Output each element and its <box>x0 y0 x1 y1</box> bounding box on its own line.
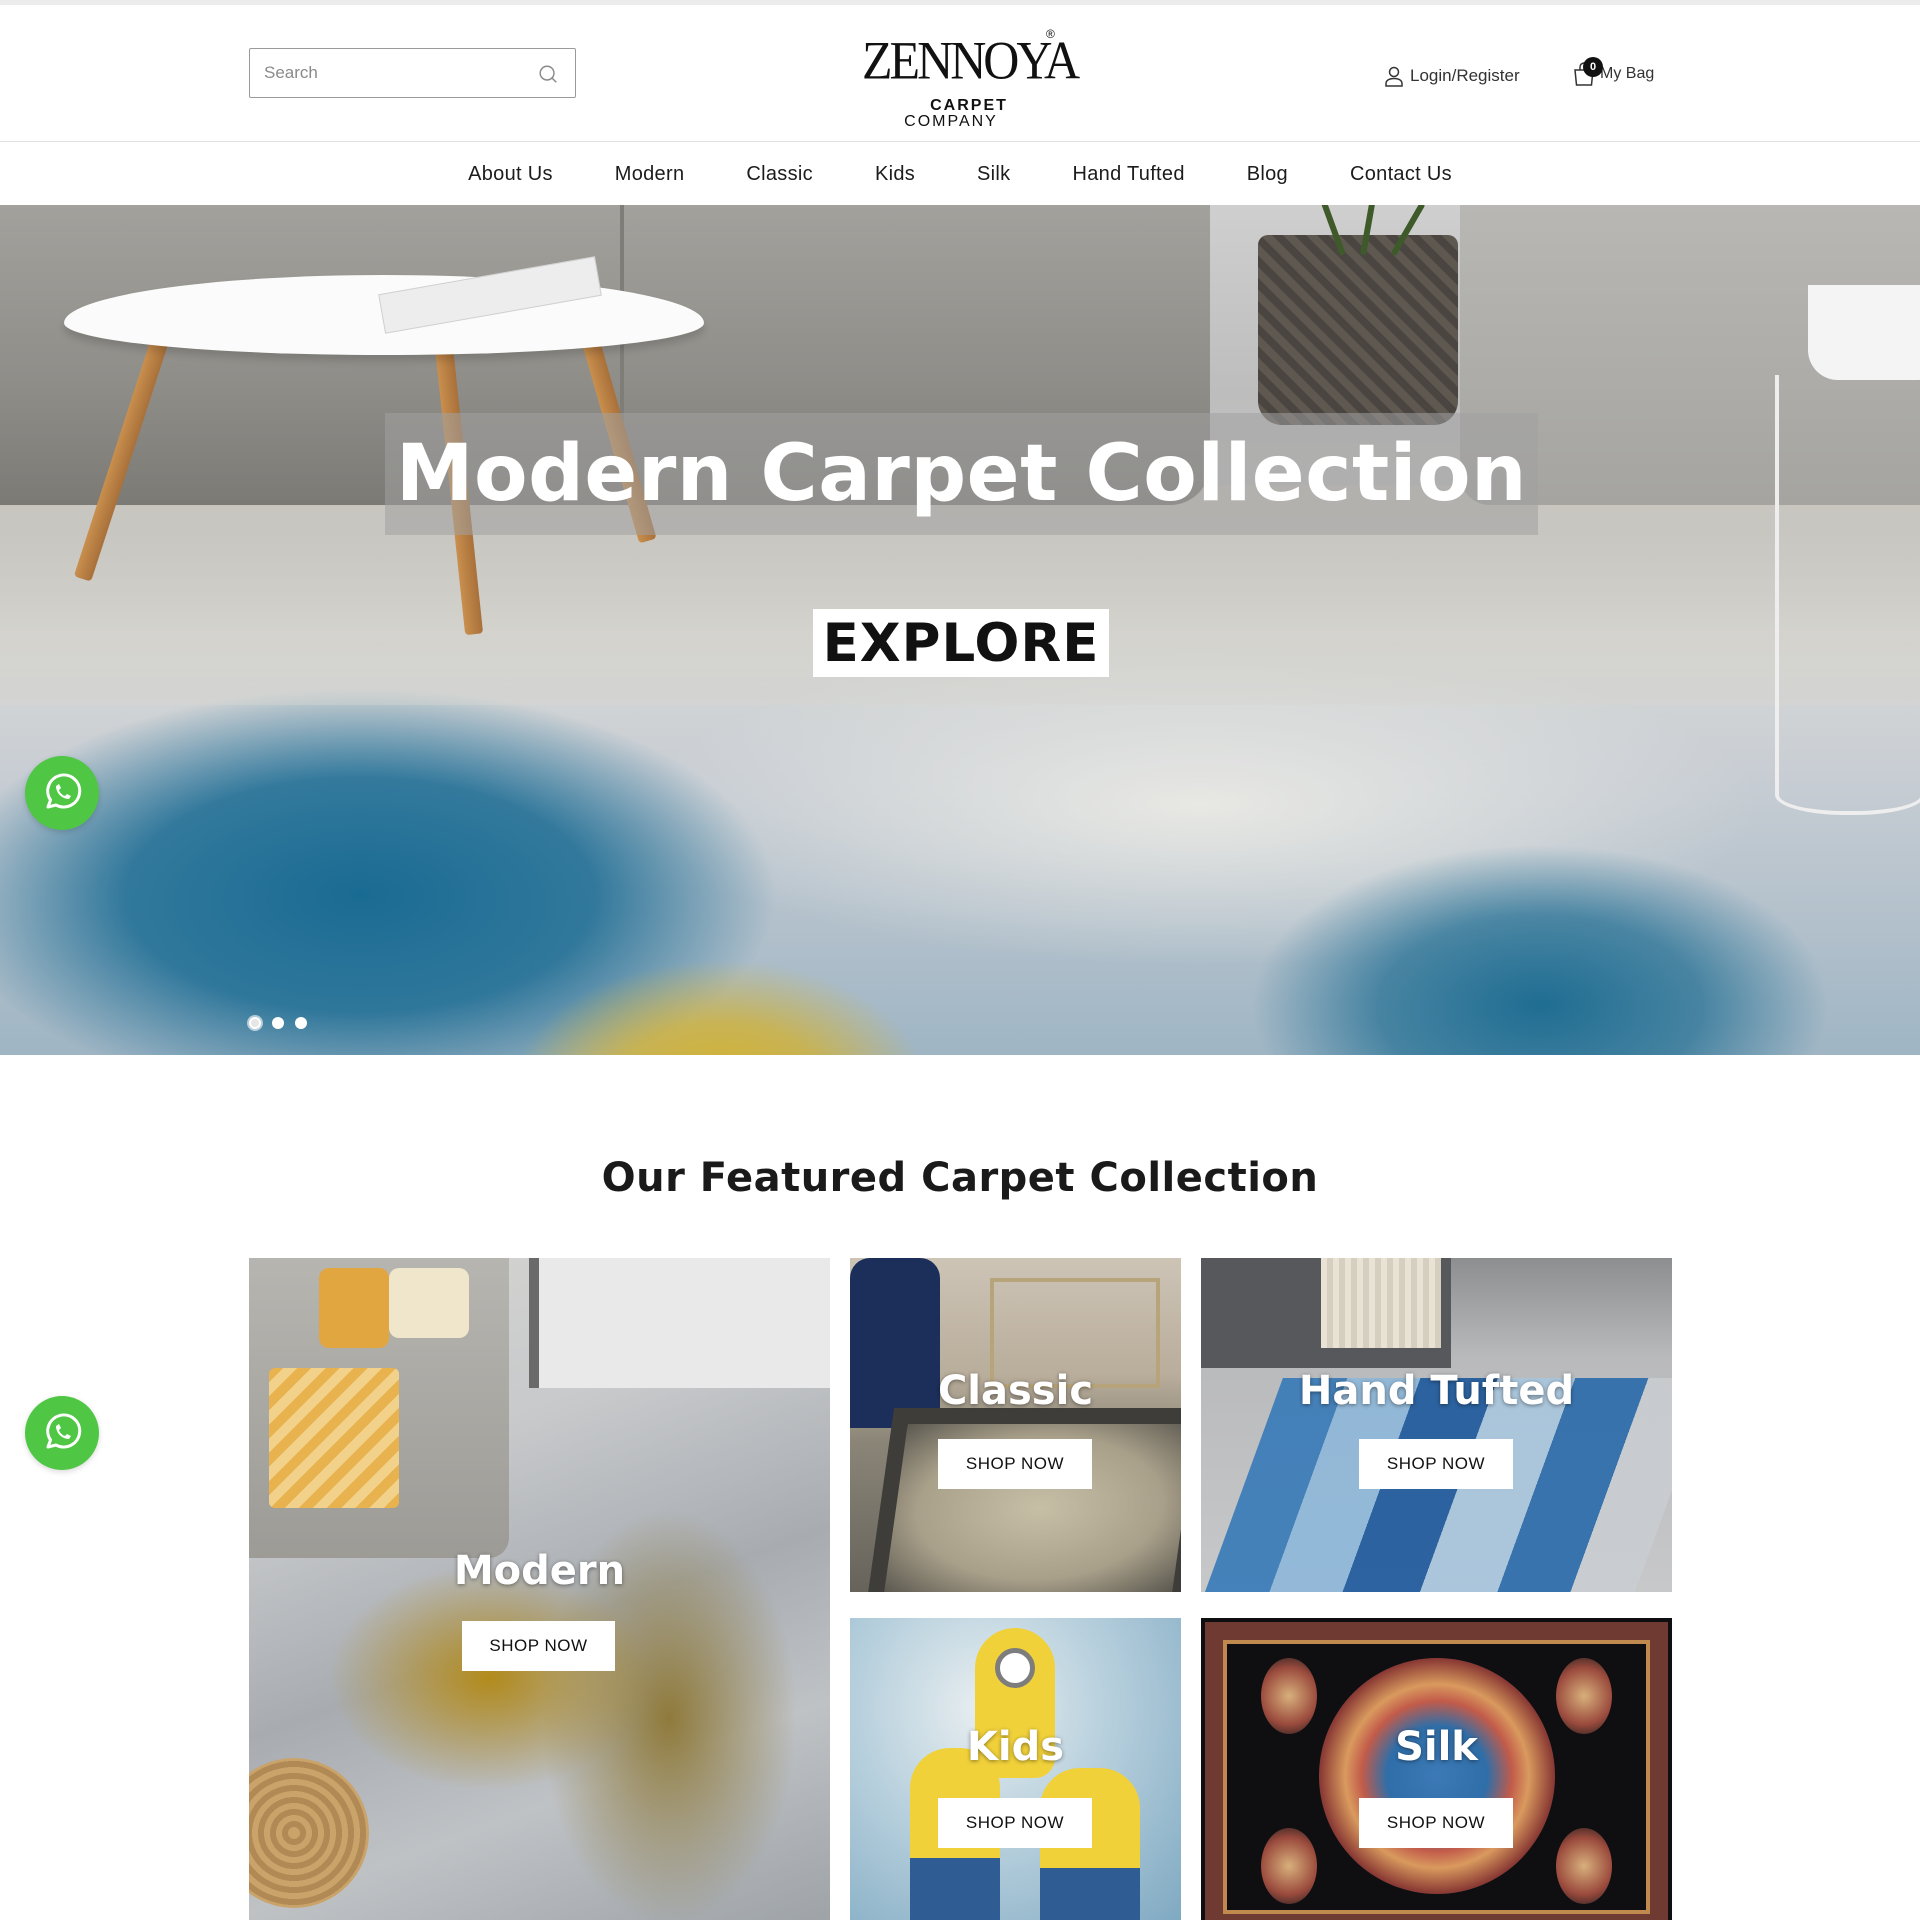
card-bg-basket <box>249 1758 369 1908</box>
card-bg-goggle <box>995 1648 1035 1688</box>
card-bg-ornament <box>1261 1828 1317 1904</box>
logo-registered-mark: ® <box>1046 27 1055 41</box>
whatsapp-icon <box>46 1413 82 1449</box>
my-bag-label: My Bag <box>1600 65 1655 82</box>
hero-plant-stand <box>1775 375 1920 815</box>
nav-item-kids[interactable]: Kids <box>875 163 915 186</box>
hero-title-panel: Modern Carpet Collection <box>385 413 1538 535</box>
card-bg-overalls <box>1040 1868 1140 1920</box>
user-icon <box>1385 66 1403 87</box>
collection-card-modern[interactable]: Modern SHOP NOW <box>249 1258 830 1920</box>
logo-subtitle-line2: COMPANY <box>904 113 998 130</box>
hero-banner: Modern Carpet Collection EXPLORE <box>0 205 1920 1055</box>
nav-item-blog[interactable]: Blog <box>1247 163 1288 186</box>
site-header: ZENNOYA ® CARPET COMPANY Login/Register … <box>0 5 1920 142</box>
collection-card-hand-tufted[interactable]: Hand Tufted SHOP NOW <box>1201 1258 1672 1592</box>
card-bg-pillow <box>389 1268 469 1338</box>
login-register-link[interactable]: Login/Register <box>1384 61 1520 91</box>
card-bg-ornament <box>1556 1828 1612 1904</box>
slider-dot-1[interactable] <box>249 1017 261 1029</box>
card-bg-rug <box>865 1408 1181 1592</box>
card-bg-pillow <box>319 1268 389 1348</box>
brand-logo[interactable]: ZENNOYA ® CARPET COMPANY <box>850 25 1080 130</box>
whatsapp-button-upper[interactable] <box>25 756 99 830</box>
shop-now-kids-button[interactable]: SHOP NOW <box>938 1798 1092 1848</box>
login-register-label: Login/Register <box>1410 66 1520 85</box>
hero-plant-basket <box>1258 235 1458 425</box>
slider-dot-2[interactable] <box>272 1017 284 1029</box>
search-icon[interactable] <box>537 63 559 85</box>
nav-item-hand-tufted[interactable]: Hand Tufted <box>1072 163 1184 186</box>
shop-now-silk-button[interactable]: SHOP NOW <box>1359 1798 1513 1848</box>
collection-card-silk[interactable]: Silk SHOP NOW <box>1201 1618 1672 1920</box>
card-title-kids: Kids <box>966 1724 1065 1770</box>
shop-now-modern-button[interactable]: SHOP NOW <box>462 1621 615 1671</box>
shopping-bag-icon: 0 <box>1572 57 1603 87</box>
nav-item-silk[interactable]: Silk <box>977 163 1010 186</box>
card-bg-ornament <box>1556 1658 1612 1734</box>
search-input[interactable] <box>264 49 524 97</box>
hero-title: Modern Carpet Collection <box>395 429 1528 519</box>
featured-section-title: Our Featured Carpet Collection <box>601 1155 1319 1201</box>
slider-dots <box>249 1017 307 1029</box>
nav-item-contact-us[interactable]: Contact Us <box>1350 163 1452 186</box>
nav-item-classic[interactable]: Classic <box>746 163 813 186</box>
shop-now-classic-button[interactable]: SHOP NOW <box>938 1439 1092 1489</box>
my-bag-link[interactable]: 0 My Bag <box>1572 57 1654 91</box>
card-bg-throw <box>269 1368 399 1508</box>
nav-item-about-us[interactable]: About Us <box>468 163 553 186</box>
shop-now-hand-tufted-button[interactable]: SHOP NOW <box>1359 1439 1513 1489</box>
slider-dot-3[interactable] <box>295 1017 307 1029</box>
explore-button[interactable]: EXPLORE <box>813 609 1109 677</box>
card-title-modern: Modern <box>453 1548 626 1594</box>
main-navigation: About Us Modern Classic Kids Silk Hand T… <box>0 143 1920 205</box>
search-box[interactable] <box>249 48 576 98</box>
collection-card-kids[interactable]: Kids SHOP NOW <box>850 1618 1181 1920</box>
card-bg-overalls <box>910 1858 1000 1920</box>
card-title-silk: Silk <box>1395 1724 1478 1770</box>
card-title-hand-tufted: Hand Tufted <box>1298 1368 1575 1414</box>
whatsapp-button-lower[interactable] <box>25 1396 99 1470</box>
card-bg-throw <box>1321 1258 1441 1348</box>
card-bg-ornament <box>1261 1658 1317 1734</box>
card-title-classic: Classic <box>937 1368 1094 1414</box>
collection-card-classic[interactable]: Classic SHOP NOW <box>850 1258 1181 1592</box>
logo-wordmark: ZENNOYA <box>862 29 1080 91</box>
bag-count-badge: 0 <box>1583 57 1603 77</box>
whatsapp-icon <box>46 773 82 809</box>
nav-item-modern[interactable]: Modern <box>615 163 685 186</box>
card-bg-window <box>529 1258 830 1388</box>
hero-white-pot <box>1808 285 1920 380</box>
card-bg-medallion <box>1319 1658 1555 1894</box>
